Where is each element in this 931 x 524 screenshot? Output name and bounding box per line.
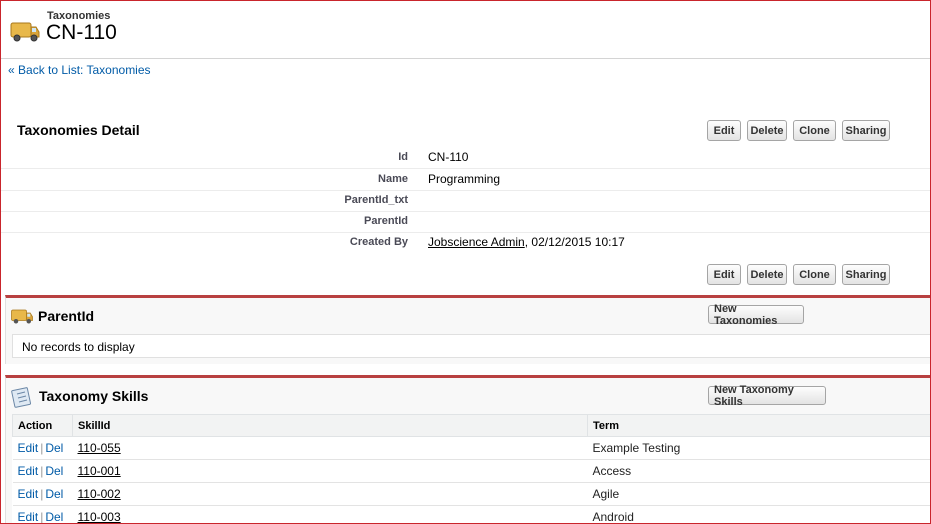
edit-button[interactable]: Edit [707, 264, 741, 285]
field-label: ParentId_txt [344, 194, 408, 206]
field-row-name: Name Programming [1, 169, 930, 191]
clone-button[interactable]: Clone [793, 120, 836, 141]
sharing-button[interactable]: Sharing [842, 120, 890, 141]
action-cell: Edit | Del [12, 459, 73, 483]
field-row-id: Id CN-110 [1, 147, 930, 169]
skill-link[interactable]: 110-002 [78, 487, 121, 501]
field-value: CN-110 [428, 150, 469, 164]
delete-button[interactable]: Delete [747, 264, 787, 285]
skillid-cell: 110-002 [72, 482, 588, 506]
delete-button[interactable]: Delete [747, 120, 787, 141]
term-cell: Access [587, 459, 930, 483]
detail-section-title: Taxonomies Detail [17, 122, 140, 138]
skill-link[interactable]: 110-003 [78, 510, 121, 523]
table-row: Edit | Del 110-003 Android [12, 505, 930, 523]
table-row: Edit | Del 110-055 Example Testing [12, 436, 930, 460]
del-link[interactable]: Del [45, 464, 63, 478]
breadcrumb: « Back to List: Taxonomies [8, 63, 151, 77]
action-cell: Edit | Del [12, 482, 73, 506]
created-date: , 02/12/2015 10:17 [524, 235, 625, 249]
del-link[interactable]: Del [45, 487, 63, 501]
notebook-icon [11, 387, 32, 408]
truck-icon [10, 22, 40, 42]
edit-button[interactable]: Edit [707, 120, 741, 141]
back-prefix: « [8, 63, 19, 77]
table-row: Edit | Del 110-002 Agile [12, 482, 930, 506]
skills-table: Action SkillId Term Edit | Del 110-055 Exa… [12, 414, 930, 523]
field-label: Id [398, 151, 408, 163]
back-to-list-link[interactable]: Back to List: Taxonomies [18, 63, 151, 77]
action-cell: Edit | Del [12, 436, 73, 460]
clone-button[interactable]: Clone [793, 264, 836, 285]
edit-link[interactable]: Edit [18, 464, 39, 478]
del-link[interactable]: Del [45, 510, 63, 523]
edit-link[interactable]: Edit [18, 441, 39, 455]
truck-icon [11, 309, 33, 324]
new-taxonomies-button[interactable]: New Taxonomies [708, 303, 804, 327]
new-taxonomy-skills-button[interactable]: New Taxonomy Skills [708, 384, 826, 408]
table-row: Edit | Del 110-001 Access [12, 459, 930, 483]
field-value: Programming [428, 172, 501, 186]
field-row-parentid: ParentId [1, 211, 930, 233]
sharing-button[interactable]: Sharing [842, 264, 890, 285]
related-list-title: Taxonomy Skills [39, 388, 149, 404]
column-header-skillid: SkillId [72, 414, 588, 437]
skill-link[interactable]: 110-001 [78, 464, 121, 478]
term-cell: Agile [587, 482, 930, 506]
skillid-cell: 110-001 [72, 459, 588, 483]
created-by-user-link[interactable]: Jobscience Admin [428, 235, 525, 249]
term-cell: Example Testing [587, 436, 930, 460]
del-link[interactable]: Del [45, 441, 63, 455]
skill-link[interactable]: 110-055 [78, 441, 121, 455]
detail-top-buttons: Edit Delete Clone Sharing [707, 120, 890, 141]
table-header-row: Action SkillId Term [12, 414, 930, 437]
field-label: Created By [349, 236, 408, 248]
term-cell: Android [587, 505, 930, 523]
column-header-term: Term [587, 414, 930, 437]
page-header: Taxonomies CN-110 [1, 1, 930, 59]
skillid-cell: 110-055 [72, 436, 588, 460]
skillid-cell: 110-003 [72, 505, 588, 523]
field-label: Name [378, 173, 408, 185]
edit-link[interactable]: Edit [18, 487, 39, 501]
column-header-action: Action [12, 414, 73, 437]
edit-link[interactable]: Edit [18, 510, 39, 523]
field-row-created-by: Created By Jobscience Admin, 02/12/2015 … [1, 232, 930, 253]
taxonomy-skills-related-list: Taxonomy Skills New Taxonomy Skills Acti… [5, 375, 930, 523]
page-title: CN-110 [46, 21, 117, 44]
field-label: ParentId [363, 215, 408, 227]
action-cell: Edit | Del [12, 505, 73, 523]
field-value: Jobscience Admin, 02/12/2015 10:17 [428, 235, 625, 249]
related-list-title: ParentId [38, 308, 95, 324]
parentid-related-list: ParentId New Taxonomies No records to di… [5, 295, 930, 364]
empty-message: No records to display [12, 334, 930, 358]
record-page: Taxonomies CN-110 « Back to List: Taxono… [0, 0, 931, 524]
detail-bottom-buttons: Edit Delete Clone Sharing [707, 264, 890, 285]
field-row-parentid-txt: ParentId_txt [1, 190, 930, 212]
